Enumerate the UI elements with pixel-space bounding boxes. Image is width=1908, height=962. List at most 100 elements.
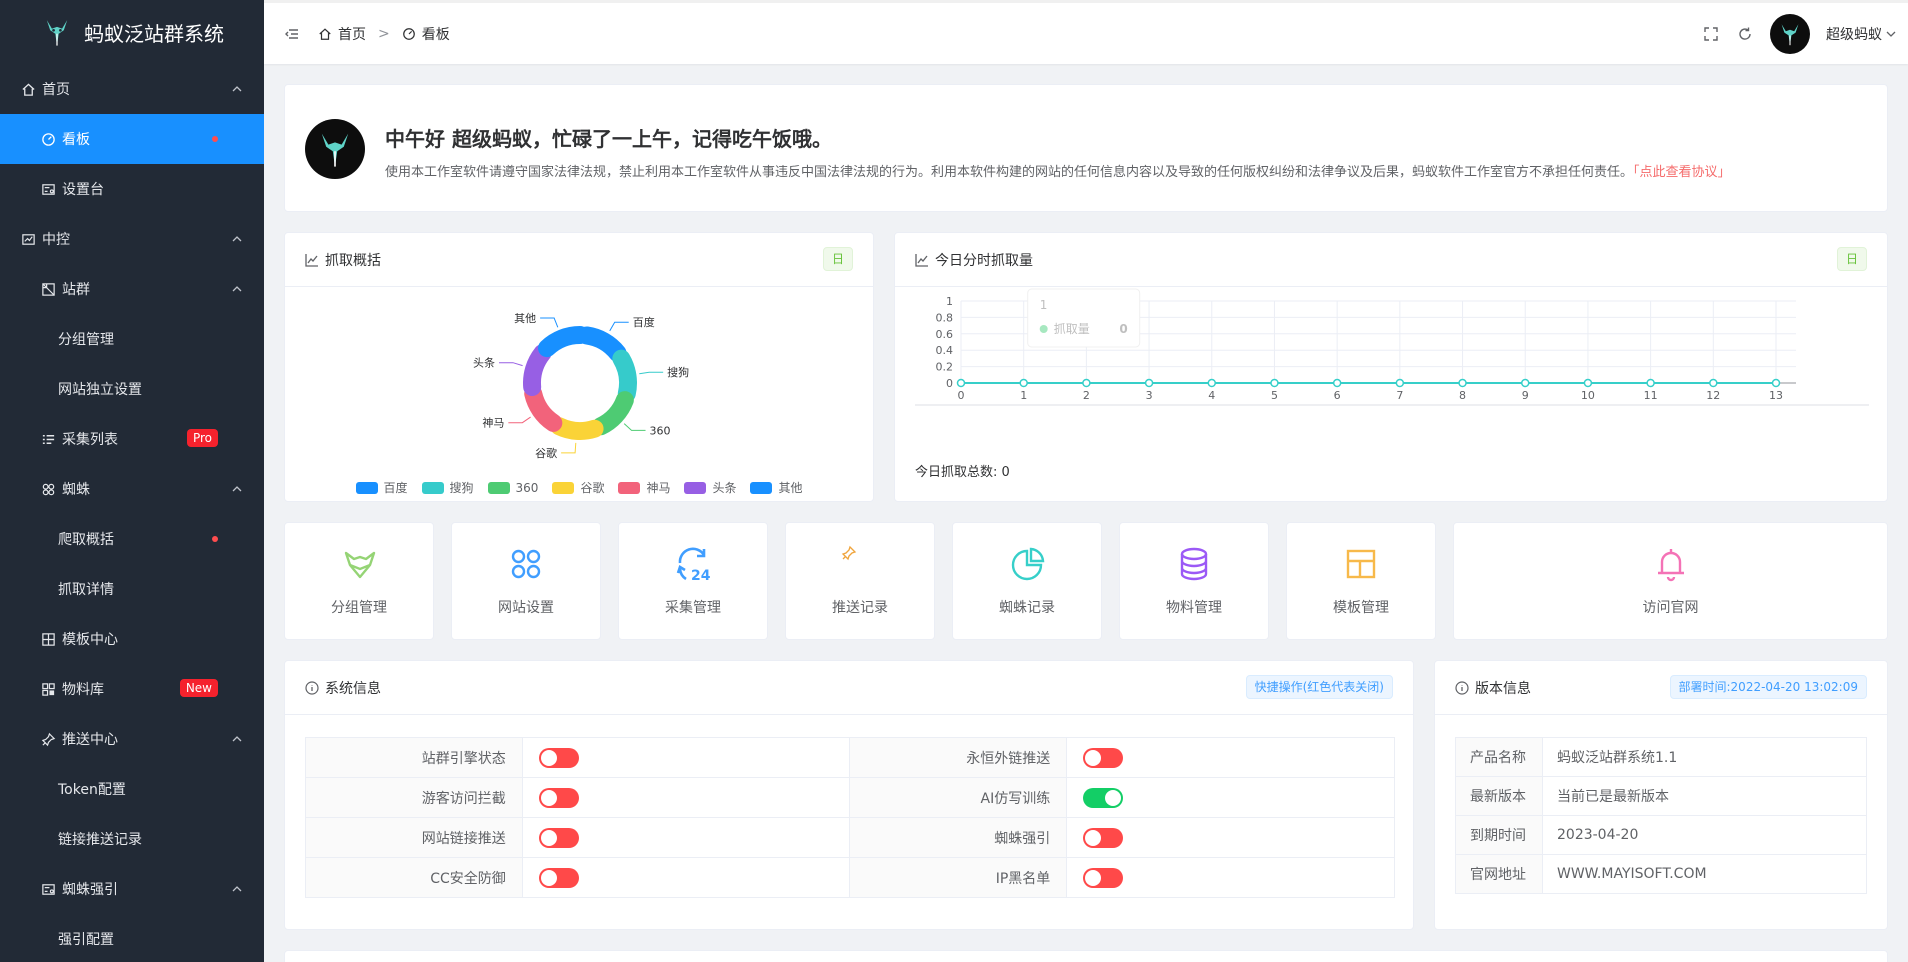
sidebar-item-13[interactable]: 推送中心 [0,714,264,764]
fox-icon [344,551,376,579]
toggle-switch[interactable] [538,787,579,808]
breadcrumb-home[interactable]: 首页 [338,24,366,44]
toggle-switch[interactable] [538,827,579,848]
sidebar-item-0[interactable]: 首页 [0,64,264,114]
avatar[interactable] [1770,13,1810,54]
x-tick-label: 2 [1083,389,1090,402]
ring-slice-2[interactable] [591,391,634,436]
data-point[interactable] [1270,378,1279,388]
fold-menu-icon[interactable] [284,26,300,42]
ring-slice-3[interactable] [550,417,604,440]
sidebar-item-14[interactable]: Token配置 [0,764,264,814]
period-tag[interactable]: 日 [1836,247,1867,271]
data-point[interactable] [1082,378,1091,388]
quick-link-5[interactable]: 物料管理 [1119,522,1269,640]
sidebar-item-label: Token配置 [58,782,126,798]
toggle-switch[interactable] [1083,747,1124,768]
toggle-switch[interactable] [1083,787,1124,808]
quick-link-label: 分组管理 [331,600,387,616]
sidebar-item-3[interactable]: 中控 [0,214,264,264]
system-info-row: CC安全防御 IP黑名单 [305,857,1395,898]
sidebar-item-5[interactable]: 分组管理 [0,314,264,364]
toggle-switch[interactable] [1083,827,1124,848]
logo[interactable]: 蚂蚁泛站群系统 [0,0,264,64]
sidebar-item-10[interactable]: 抓取详情 [0,564,264,614]
x-tick-label: 9 [1522,389,1529,402]
legend-item[interactable]: 其他 [750,479,803,496]
tooltip-title: 1 [1040,298,1048,312]
ring-slice-4[interactable] [524,384,563,432]
data-point[interactable] [1646,378,1655,388]
hourly-line-chart: 00.20.40.60.810 1 2 3 4 5 6 7 8 9 10 11 12 131抓取量 0 [915,288,1869,406]
toggle-switch[interactable] [538,867,579,888]
data-point[interactable] [1771,378,1781,388]
quick-op-tag: 快捷操作(红色代表关闭) [1245,675,1393,699]
ring-label: 其他 [514,312,536,325]
quick-link-6[interactable]: 模板管理 [1286,522,1436,640]
hourly-crawl-title: 今日分时抓取量 [935,252,1033,269]
ring-slice-1[interactable] [612,349,637,403]
data-point[interactable] [1583,378,1593,388]
agreement-link[interactable]: 「点此查看协议」 [1633,165,1731,180]
data-point[interactable] [1520,378,1530,388]
ring-slice-5[interactable] [523,344,552,397]
switch-cell [1066,857,1395,898]
quick-link-3[interactable]: 推送记录 [785,522,935,640]
switch-cell [521,817,851,858]
welcome-desc: 使用本工作室软件请遵守国家法律法规，禁止利用本工作室软件从事违反中国法律法规的行… [385,161,1731,180]
sidebar-item-12[interactable]: 物料库 New [0,664,264,714]
quick-link-4[interactable]: 蜘蛛记录 [952,522,1102,640]
notification-dot [212,136,218,142]
quick-link-0[interactable]: 分组管理 [284,522,434,640]
sidebar-item-label: 网站独立设置 [58,382,142,398]
chevron-up-icon [232,486,242,492]
data-point[interactable] [1709,378,1718,388]
ring-slice-6[interactable] [538,326,589,358]
quick-link-2[interactable]: 24 采集管理 [618,522,768,640]
sidebar-item-6[interactable]: 网站独立设置 [0,364,264,414]
legend-item[interactable]: 百度 [355,479,408,496]
sidebar-item-8[interactable]: 蜘蛛 [0,464,264,514]
sidebar-item-16[interactable]: 蜘蛛强引 [0,864,264,914]
x-tick-label: 8 [1459,389,1466,402]
period-tag[interactable]: 日 [822,247,853,271]
data-point[interactable] [1395,378,1405,388]
switch-cell [1066,777,1395,818]
data-point[interactable] [1144,378,1154,388]
legend-item[interactable]: 谷歌 [552,479,604,496]
legend-item[interactable]: 头条 [684,479,736,496]
sidebar-item-2[interactable]: 设置台 [0,164,264,214]
sidebar-item-4[interactable]: 站群 [0,264,264,314]
data-point[interactable] [1019,378,1028,388]
fullscreen-icon[interactable] [1702,25,1720,43]
toggle-switch[interactable] [538,747,579,768]
welcome-title: 中午好 超级蚂蚁，忙碌了一上午，记得吃午饭哦。 [385,127,832,151]
data-point[interactable] [1332,378,1342,388]
legend-item[interactable]: 神马 [618,479,670,496]
ring-leader-line [561,442,577,454]
user-menu[interactable]: 超级蚂蚁 [1826,24,1896,44]
data-point[interactable] [1458,378,1467,388]
sidebar-item-1[interactable]: 看板 [0,114,264,164]
quick-link-1[interactable]: 网站设置 [451,522,601,640]
legend-item[interactable]: 搜狗 [421,479,474,496]
toggle-switch[interactable] [1083,867,1124,888]
legend-item[interactable]: 360 [487,479,538,496]
switch-cell [1066,817,1395,858]
database-icon [1180,547,1208,581]
sidebar-item-15[interactable]: 链接推送记录 [0,814,264,864]
sidebar-item-7[interactable]: 采集列表 Pro [0,414,264,464]
quick-link-7[interactable]: 访问官网 [1453,522,1888,640]
sidebar-item-17[interactable]: 强引配置 [0,914,264,962]
data-point[interactable] [1207,378,1217,388]
sidebar-item-9[interactable]: 爬取概括 [0,514,264,564]
data-point[interactable] [956,378,966,388]
crawl-overview-header: 抓取概括 日 [285,233,873,287]
legend-swatch [487,481,510,494]
legend-swatch [355,481,378,494]
sidebar-item-11[interactable]: 模板中心 [0,614,264,664]
spider-icon [40,481,56,497]
ring-label: 头条 [473,356,495,370]
ring-slice-0[interactable] [577,326,627,363]
refresh-icon[interactable] [1736,25,1754,43]
